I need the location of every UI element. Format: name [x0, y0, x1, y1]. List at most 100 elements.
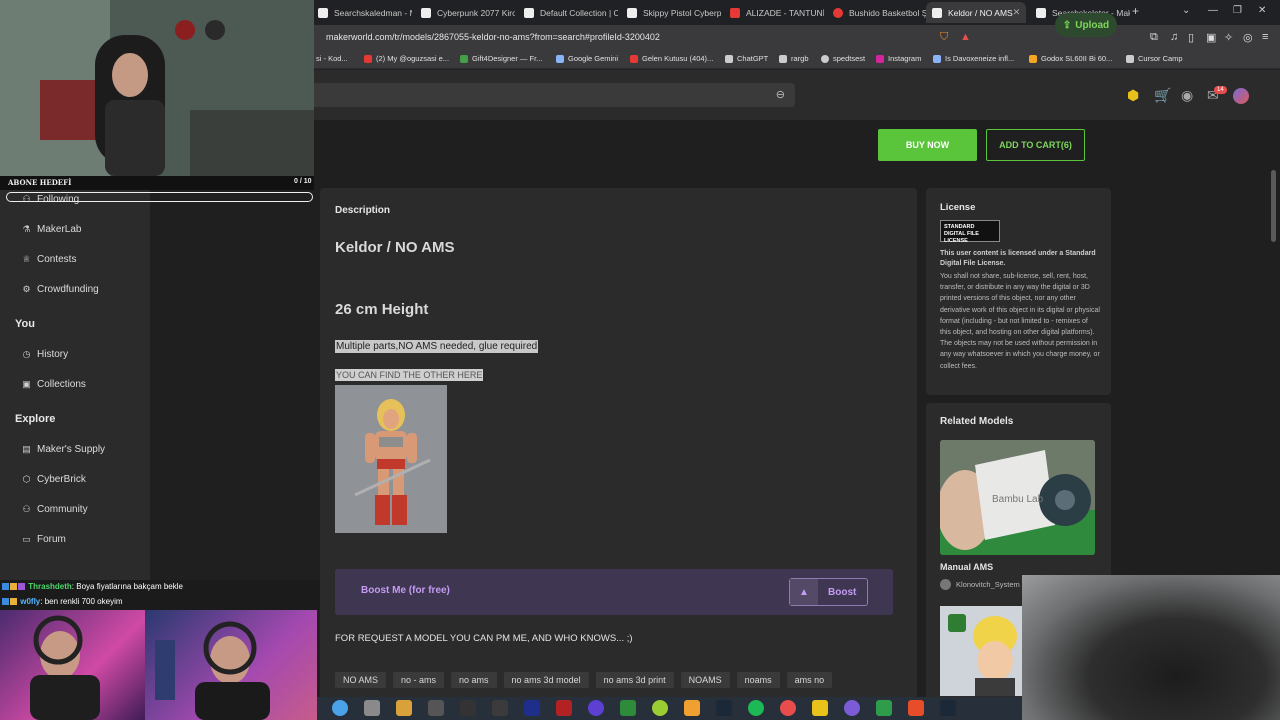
- premiere-icon[interactable]: [524, 700, 540, 716]
- brave-rewards-icon[interactable]: ▲: [960, 31, 971, 43]
- subscriber-goal-count: 0 / 10: [294, 178, 312, 185]
- app-icon[interactable]: [876, 700, 892, 716]
- chrome-icon[interactable]: [780, 700, 796, 716]
- sidebar-item-makerlab[interactable]: ⚗ MakerLab: [22, 224, 81, 235]
- file-icon[interactable]: [364, 700, 380, 716]
- tag[interactable]: no - ams: [393, 672, 445, 688]
- related-model-image[interactable]: Bambu Lab: [940, 440, 1095, 555]
- folder-icon[interactable]: [396, 700, 412, 716]
- xbox-icon[interactable]: [620, 700, 636, 716]
- new-tab-button[interactable]: +: [1132, 4, 1139, 18]
- sidebar-item-collections[interactable]: ▣ Collections: [22, 379, 86, 390]
- tab-favicon-icon: [932, 7, 942, 18]
- flask-icon: ⚗: [22, 224, 31, 234]
- buy-now-button[interactable]: BUY NOW: [878, 129, 977, 161]
- points-icon[interactable]: ⬢: [1127, 87, 1139, 104]
- bookmark-icon: [933, 54, 941, 63]
- related-model-image[interactable]: [940, 606, 1025, 696]
- app-icon[interactable]: [652, 700, 668, 716]
- bookmark[interactable]: ChatGPT: [725, 54, 768, 63]
- steam-icon[interactable]: [940, 700, 956, 716]
- browser-tab[interactable]: Cyberpunk 2077 Kiro: [415, 2, 515, 23]
- sidebar-toggle-icon[interactable]: ▯: [1188, 31, 1194, 44]
- tag[interactable]: NOAMS: [680, 672, 730, 688]
- bookmark[interactable]: Gift4Designer — Fr...: [460, 54, 542, 63]
- bookmark[interactable]: Is Davoxeneize infl...: [933, 54, 1014, 63]
- sidebar-item-community[interactable]: ⚇ Community: [22, 504, 87, 515]
- app-icon[interactable]: [556, 700, 572, 716]
- minimize-icon[interactable]: —: [1208, 5, 1218, 16]
- scrollbar[interactable]: [1271, 170, 1276, 242]
- browser-tab[interactable]: Bushido Basketbol Ş: [827, 2, 927, 23]
- tag[interactable]: NO AMS: [335, 672, 387, 688]
- sidebar-item-contests[interactable]: ♕ Contests: [22, 254, 76, 265]
- bookmark[interactable]: rargb: [779, 54, 809, 63]
- add-to-cart-button[interactable]: ADD TO CART(6): [986, 129, 1085, 161]
- tag[interactable]: noams: [736, 672, 780, 688]
- spotify-icon[interactable]: [748, 700, 764, 716]
- bookmark[interactable]: Google Gemini: [556, 54, 618, 63]
- bookmark[interactable]: (2) My @oguzsasi e...: [364, 54, 449, 63]
- maximize-icon[interactable]: ❐: [1233, 5, 1242, 16]
- sidebar-item-forum[interactable]: ▭ Forum: [22, 534, 66, 545]
- bookmark[interactable]: Cursor Camp: [1126, 54, 1183, 63]
- tag[interactable]: no ams 3d print: [595, 672, 674, 688]
- tag[interactable]: ams no: [786, 672, 833, 688]
- upload-button[interactable]: ⇪ Upload: [1055, 13, 1117, 37]
- close-window-icon[interactable]: ✕: [1258, 5, 1266, 16]
- close-tab-icon[interactable]: ✕: [1013, 7, 1021, 18]
- bookmark[interactable]: Godox SL60II Bi 60...: [1029, 54, 1112, 63]
- sidebar-item-cyberbrick[interactable]: ⬡ CyberBrick: [22, 474, 86, 485]
- steam-icon[interactable]: [716, 700, 732, 716]
- bookmark[interactable]: Instagram: [876, 54, 921, 63]
- bookmark[interactable]: si - Kod...: [316, 54, 348, 63]
- cart-icon[interactable]: 🛒: [1154, 87, 1171, 104]
- cloud-icon[interactable]: [684, 700, 700, 716]
- extensions-icon[interactable]: ⧉: [1150, 31, 1158, 44]
- tag[interactable]: no ams 3d model: [503, 672, 589, 688]
- leo-icon[interactable]: ✧: [1224, 31, 1233, 44]
- browser-tab[interactable]: Default Collection | C: [518, 2, 618, 23]
- brave-shield-icon[interactable]: ⛉: [940, 31, 948, 44]
- discord-icon[interactable]: [844, 700, 860, 716]
- browser-tab-active[interactable]: Keldor / NO AMS ✕: [926, 2, 1026, 23]
- wallet-icon[interactable]: ▣: [1206, 31, 1216, 44]
- chat-text: : ben renkli 700 okeyim: [40, 597, 123, 606]
- image-search-icon[interactable]: ⊖: [776, 88, 785, 101]
- sidebar-item-makers-supply[interactable]: ▤ Maker's Supply: [22, 444, 105, 455]
- clapper-icon[interactable]: [460, 700, 476, 716]
- bookmark[interactable]: Gelen Kutusu (404)...: [630, 54, 713, 63]
- chatgpt-icon: [725, 54, 733, 63]
- bookmark[interactable]: spedtsest: [821, 54, 865, 63]
- related-model-author[interactable]: Klonovitch_System: [940, 579, 1020, 590]
- tag[interactable]: no ams: [451, 672, 497, 688]
- sidebar-item-crowdfunding[interactable]: ⚙ Crowdfunding: [22, 284, 98, 295]
- globe-icon[interactable]: ◉: [1181, 87, 1193, 104]
- media-icon[interactable]: ♫: [1170, 31, 1178, 43]
- description-heading: Description: [335, 205, 391, 216]
- webcam-overlay: [0, 0, 314, 176]
- browser-tab[interactable]: Searchskaledman - M: [312, 2, 412, 23]
- model-image[interactable]: [335, 385, 447, 533]
- boost-button[interactable]: ▲ Boost: [789, 578, 868, 606]
- tab-search-icon[interactable]: ⌄: [1182, 5, 1190, 16]
- sidebar-item-history[interactable]: ◷ History: [22, 349, 69, 360]
- explorer-icon[interactable]: [812, 700, 828, 716]
- chrome-icon[interactable]: [332, 700, 348, 716]
- obs-icon[interactable]: [588, 700, 604, 716]
- browser-tab[interactable]: Skippy Pistol Cyberpu: [621, 2, 721, 23]
- url-field[interactable]: makerworld.com/tr/models/2867055-keldor-…: [326, 32, 660, 42]
- related-model-name[interactable]: Manual AMS: [940, 562, 993, 572]
- browser-tab[interactable]: ALIZADE - TANTUNİ: [724, 2, 824, 23]
- description-link[interactable]: YOU CAN FIND THE OTHER HERE: [335, 369, 484, 381]
- app-icon[interactable]: [492, 700, 508, 716]
- upload-label: Upload: [1075, 19, 1110, 31]
- menu-icon[interactable]: ≡: [1262, 31, 1268, 43]
- vpn-icon[interactable]: ◎: [1243, 31, 1253, 44]
- tab-label: Skippy Pistol Cyberpu: [643, 7, 721, 18]
- sidebar-item-label: Collections: [37, 379, 86, 390]
- app-icon[interactable]: [428, 700, 444, 716]
- brave-icon[interactable]: [908, 700, 924, 716]
- bookmark-label: ChatGPT: [737, 54, 769, 63]
- avatar[interactable]: [1233, 88, 1249, 104]
